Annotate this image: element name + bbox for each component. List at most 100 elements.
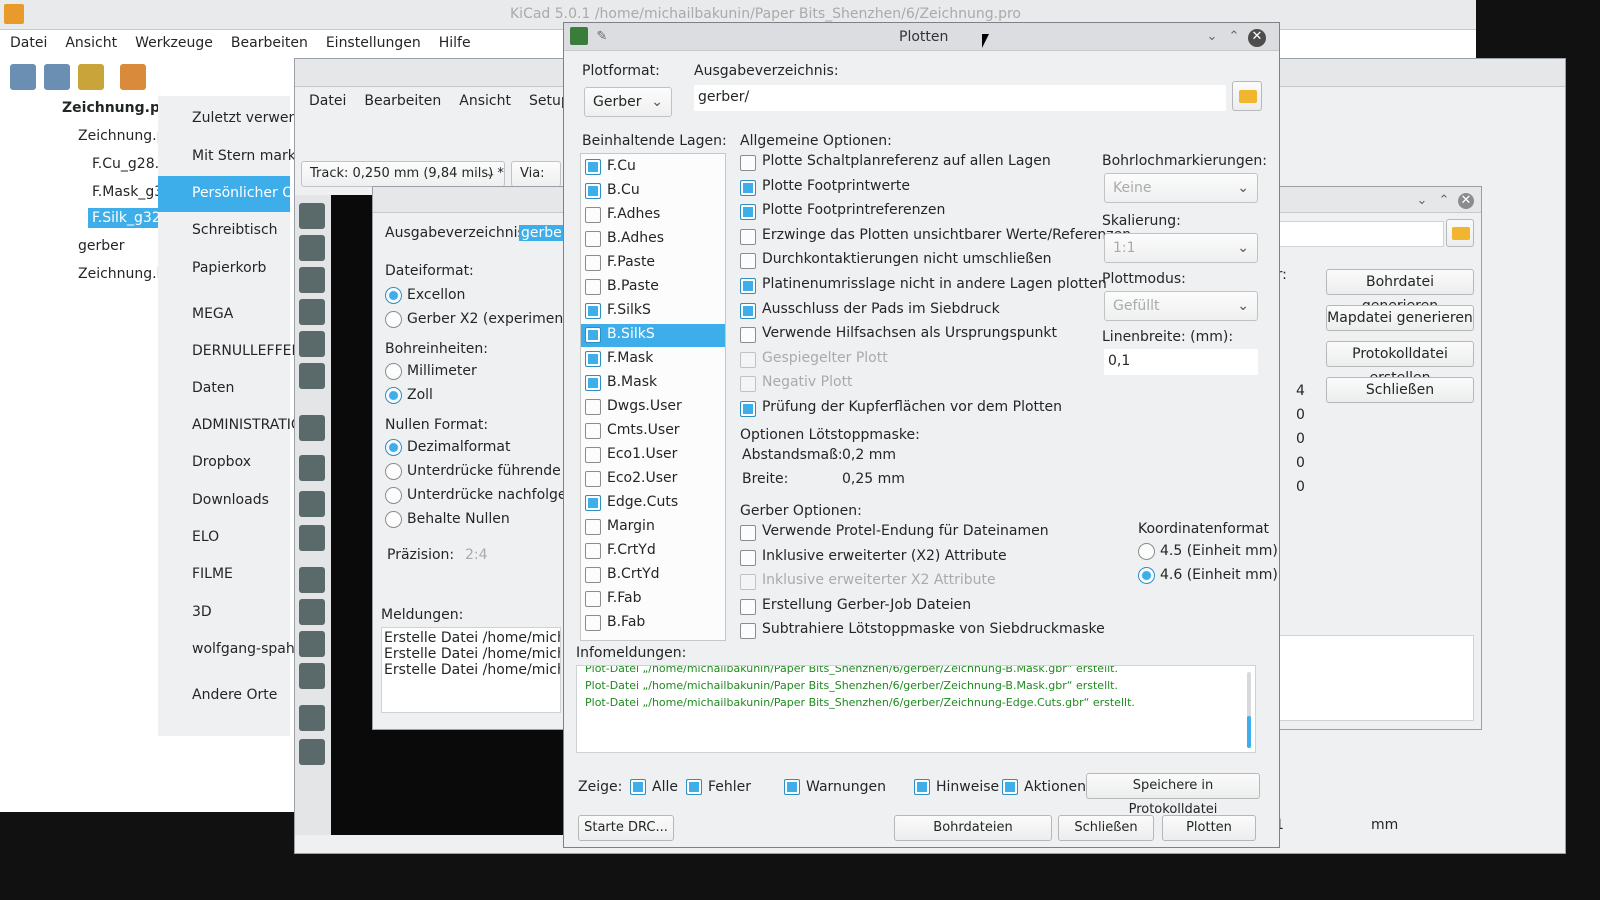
generate-map-button[interactable]: Mapdatei generieren (1326, 305, 1474, 331)
option-checkbox[interactable] (740, 327, 756, 344)
maximize-icon[interactable]: ⌃ (1226, 29, 1242, 45)
layer-checkbox[interactable] (585, 303, 601, 319)
info-messages-box[interactable]: Plot-Datei „/home/michailbakunin/Paper B… (576, 665, 1256, 753)
option-checkbox[interactable] (740, 155, 756, 171)
kicad-menu-datei[interactable]: Datei (10, 35, 47, 51)
tool-icon[interactable] (299, 525, 325, 551)
gerberx2-radio[interactable] (385, 311, 402, 328)
places-network[interactable]: wolfgang-spahn (192, 641, 304, 657)
tool-icon[interactable] (299, 631, 325, 657)
excellon-radio[interactable] (385, 287, 402, 304)
tree-item[interactable]: F.Cu_g28.k (92, 156, 167, 172)
new-project-icon[interactable] (10, 64, 36, 90)
layer-checkbox[interactable] (585, 183, 601, 199)
option-checkbox[interactable] (740, 204, 756, 221)
layer-item[interactable]: F.Mask (581, 348, 725, 371)
maximize-icon[interactable]: ⌃ (1436, 193, 1452, 209)
tool-icon[interactable] (299, 455, 325, 481)
layer-item[interactable]: F.Adhes (581, 204, 725, 227)
layer-checkbox[interactable] (585, 327, 601, 343)
layer-checkbox[interactable] (585, 399, 601, 415)
kicad-menu-einstellungen[interactable]: Einstellungen (326, 35, 421, 51)
places-folder[interactable]: Downloads (192, 492, 269, 508)
kicad-menu-bearbeiten[interactable]: Bearbeiten (231, 35, 308, 51)
layer-item[interactable]: Dwgs.User (581, 396, 725, 419)
layer-checkbox[interactable] (585, 375, 601, 391)
track-width-select[interactable]: Track: 0,250 mm (9,84 mils) * ⌄ (301, 161, 505, 187)
places-folder[interactable]: FILME (192, 566, 233, 582)
kicad-menu-ansicht[interactable]: Ansicht (65, 35, 117, 51)
show-all-checkbox[interactable] (630, 779, 646, 795)
layer-checkbox[interactable] (585, 543, 601, 559)
show-actions-checkbox[interactable] (1002, 779, 1018, 795)
option-checkbox[interactable] (740, 179, 756, 196)
drillmarks-select[interactable]: Keine ⌄ (1104, 173, 1258, 203)
via-size-select[interactable]: Via: 0, (511, 161, 561, 205)
layer-item[interactable]: F.CrtYd (581, 540, 725, 563)
coord-45-radio[interactable] (1138, 543, 1155, 560)
layer-checkbox[interactable] (585, 279, 601, 295)
cursor-icon[interactable] (299, 363, 325, 389)
suppress-trailing-radio[interactable] (385, 487, 402, 504)
places-folder[interactable]: MEGA (192, 306, 233, 322)
places-trash[interactable]: Papierkorb (192, 260, 266, 276)
create-report-button[interactable]: Protokolldatei erstellen (1326, 341, 1474, 386)
folder-icon[interactable] (1446, 219, 1474, 247)
tool-icon[interactable] (299, 203, 325, 229)
places-folder[interactable]: 3D (192, 604, 212, 620)
places-folder[interactable]: DERNULLEFFEKT (192, 343, 308, 359)
plot-button[interactable]: Plotten (1162, 815, 1256, 841)
layer-item[interactable]: F.SilkS (581, 300, 725, 323)
run-drc-button[interactable]: Starte DRC... (578, 815, 674, 841)
option-checkbox[interactable] (740, 228, 756, 245)
tool-icon[interactable] (299, 415, 325, 441)
layer-item[interactable]: F.Cu (581, 156, 725, 179)
layers-icon[interactable] (299, 705, 325, 731)
layer-checkbox[interactable] (585, 159, 601, 175)
option-checkbox[interactable] (740, 376, 756, 393)
layer-item[interactable]: Edge.Cuts (581, 492, 725, 515)
tool-icon[interactable] (299, 599, 325, 625)
layer-checkbox[interactable] (585, 351, 601, 367)
inch-radio[interactable] (385, 387, 402, 404)
option-checkbox[interactable] (740, 351, 756, 368)
places-other[interactable]: Andere Orte (192, 687, 277, 703)
archive-icon[interactable] (120, 64, 146, 90)
drill-outdir-value[interactable]: gerber (519, 225, 570, 241)
option-checkbox[interactable] (740, 623, 756, 640)
layer-item[interactable]: B.SilkS (581, 324, 725, 347)
drill-right-messages[interactable] (1266, 635, 1474, 721)
layer-item[interactable]: Eco1.User (581, 444, 725, 467)
decimal-radio[interactable] (385, 439, 402, 456)
layer-item[interactable]: F.Fab (581, 588, 725, 611)
layer-item[interactable]: F.Paste (581, 252, 725, 275)
layer-item[interactable]: B.Paste (581, 276, 725, 299)
close-icon[interactable]: ✕ (1458, 193, 1474, 209)
generate-drill-button[interactable]: Bohrdatei generieren (1326, 269, 1474, 314)
open-project-icon[interactable] (78, 64, 104, 90)
places-folder[interactable]: Dropbox (192, 454, 251, 470)
plotmode-select[interactable]: Gefüllt ⌄ (1104, 291, 1258, 321)
inch-icon[interactable] (299, 299, 325, 325)
layer-checkbox[interactable] (585, 615, 601, 631)
layer-checkbox[interactable] (585, 255, 601, 271)
layers-list[interactable]: F.Cu B.Cu F.Adhes B.Adhes F.Paste B.Paste F.Si… (580, 153, 726, 641)
layer-item[interactable]: B.Adhes (581, 228, 725, 251)
tool-icon[interactable] (299, 567, 325, 593)
kicad-menu-hilfe[interactable]: Hilfe (439, 35, 471, 51)
option-checkbox[interactable] (740, 598, 756, 615)
outdir-input[interactable]: gerber/ (694, 85, 1226, 111)
keep-zeros-radio[interactable] (385, 511, 402, 528)
minimize-icon[interactable]: ⌄ (1204, 29, 1220, 45)
drill-outdir-field[interactable] (1266, 221, 1444, 247)
plot-close-button[interactable]: Schließen (1058, 815, 1154, 841)
scale-select[interactable]: 1:1 ⌄ (1104, 233, 1258, 263)
places-desktop[interactable]: Schreibtisch (192, 222, 278, 238)
folder-icon[interactable] (1232, 81, 1262, 111)
layer-checkbox[interactable] (585, 207, 601, 223)
pin-icon[interactable]: ✎ (594, 29, 610, 45)
places-folder[interactable]: Daten (192, 380, 234, 396)
option-checkbox[interactable] (740, 549, 756, 566)
new-template-icon[interactable] (44, 64, 70, 90)
pcb-menu-bearbeiten[interactable]: Bearbeiten (364, 93, 441, 109)
